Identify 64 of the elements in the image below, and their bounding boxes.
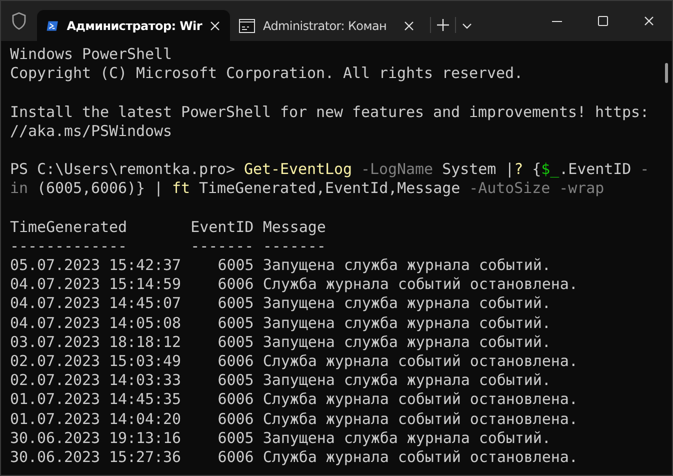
table-cell-text: 30.06.2023 15:27:36 bbox=[10, 448, 182, 468]
close-icon bbox=[404, 20, 414, 30]
table-cell-text: 04.07.2023 15:14:59 bbox=[10, 275, 182, 294]
table-cell-text: Служба журнала событий остановлена. bbox=[262, 275, 579, 294]
table-cell-text: Запущена служба журнала событий. bbox=[262, 371, 552, 390]
header-rule: ------- bbox=[190, 236, 254, 256]
table-cell-text: 6006 bbox=[216, 352, 254, 372]
column-header: EventID bbox=[190, 218, 254, 237]
terminal-line: PS C:\Users\remontka.pro> Get-EventLog -LogName System |? {$_.EventID - bbox=[10, 160, 650, 180]
table-cell-text: 6005 bbox=[216, 332, 254, 352]
table-cell-text: 02.07.2023 15:03:49 bbox=[10, 352, 182, 372]
table-cell-text: 6006 bbox=[216, 410, 254, 429]
dropdown-button[interactable] bbox=[462, 23, 472, 29]
table-cell-text: 6005 bbox=[216, 371, 254, 390]
table-cell-text: 03.07.2023 18:18:12 bbox=[10, 332, 182, 352]
terminal-line: Windows PowerShell bbox=[10, 45, 174, 64]
table-cell-text: Запущена служба журнала событий. bbox=[262, 314, 552, 333]
table-cell-text: Запущена служба журнала событий. bbox=[262, 294, 552, 314]
terminal-line: in (6005,6006)} | ft TimeGenerated,EventId,Message -AutoSize -wrap bbox=[10, 179, 606, 198]
new-tab-button[interactable] bbox=[437, 19, 449, 31]
table-cell-text: 6006 bbox=[216, 448, 254, 468]
chevron-down-icon bbox=[462, 23, 472, 29]
table-cell-text: Запущена служба журнала событий. bbox=[262, 256, 552, 276]
terminal-prompt-icon bbox=[46, 18, 59, 32]
table-cell-text: 01.07.2023 14:04:20 bbox=[10, 410, 182, 429]
maximize-icon bbox=[598, 16, 608, 26]
scrollbar-thumb[interactable] bbox=[665, 63, 668, 83]
table-cell-text: 6006 bbox=[216, 275, 254, 294]
plus-icon bbox=[437, 19, 449, 31]
table-cell-text: Служба журнала событий остановлена. bbox=[262, 448, 579, 468]
tab-title: Administrator: Коман bbox=[263, 18, 388, 32]
column-header: TimeGenerated bbox=[10, 218, 128, 237]
terminal-line: //aka.ms/PSWindows bbox=[10, 122, 174, 141]
close-tab-button[interactable] bbox=[210, 20, 220, 30]
table-cell-text: 6005 bbox=[216, 256, 254, 276]
minimize-icon bbox=[552, 20, 562, 22]
table-cell-text: 30.06.2023 19:13:16 bbox=[10, 428, 182, 448]
terminal-tab[interactable]: Administrator: Коман bbox=[230, 10, 424, 41]
command-window-icon bbox=[239, 18, 255, 32]
table-cell-text: 05.07.2023 15:42:37 bbox=[10, 256, 182, 276]
table-cell-text: 04.07.2023 14:45:07 bbox=[10, 294, 182, 314]
terminal-line: Install the latest PowerShell for new features and improvements! https: bbox=[10, 102, 650, 122]
table-cell-text: Запущена служба журнала событий. bbox=[262, 428, 552, 448]
table-cell-text: 6005 bbox=[216, 314, 254, 333]
table-cell-text: Служба журнала событий остановлена. bbox=[262, 410, 579, 429]
shield-icon bbox=[11, 12, 27, 30]
table-cell-text: 01.07.2023 14:45:35 bbox=[10, 390, 182, 410]
table-cell-text: Служба журнала событий остановлена. bbox=[262, 352, 579, 372]
close-icon bbox=[210, 20, 220, 30]
table-cell-text: 6006 bbox=[216, 390, 254, 410]
close-icon bbox=[644, 16, 654, 26]
table-cell-text: Запущена служба журнала событий. bbox=[262, 332, 552, 352]
close-tab-button[interactable] bbox=[404, 20, 414, 30]
tab-title: Администратор: Wir bbox=[66, 18, 202, 32]
table-cell-text: 6005 bbox=[216, 428, 254, 448]
table-cell-text: Служба журнала событий остановлена. bbox=[262, 390, 579, 410]
table-cell-text: 02.07.2023 14:03:33 bbox=[10, 371, 182, 390]
terminal-tab[interactable]: Администратор: Wir bbox=[37, 10, 230, 41]
column-header: Message bbox=[262, 218, 327, 237]
header-rule: ------------- bbox=[10, 236, 128, 256]
table-cell-text: 04.07.2023 14:05:08 bbox=[10, 314, 182, 333]
terminal-line: Copyright (C) Microsoft Corporation. All rights reserved. bbox=[10, 64, 524, 84]
table-cell-text: 6005 bbox=[216, 294, 254, 314]
header-rule: ------- bbox=[262, 236, 327, 256]
